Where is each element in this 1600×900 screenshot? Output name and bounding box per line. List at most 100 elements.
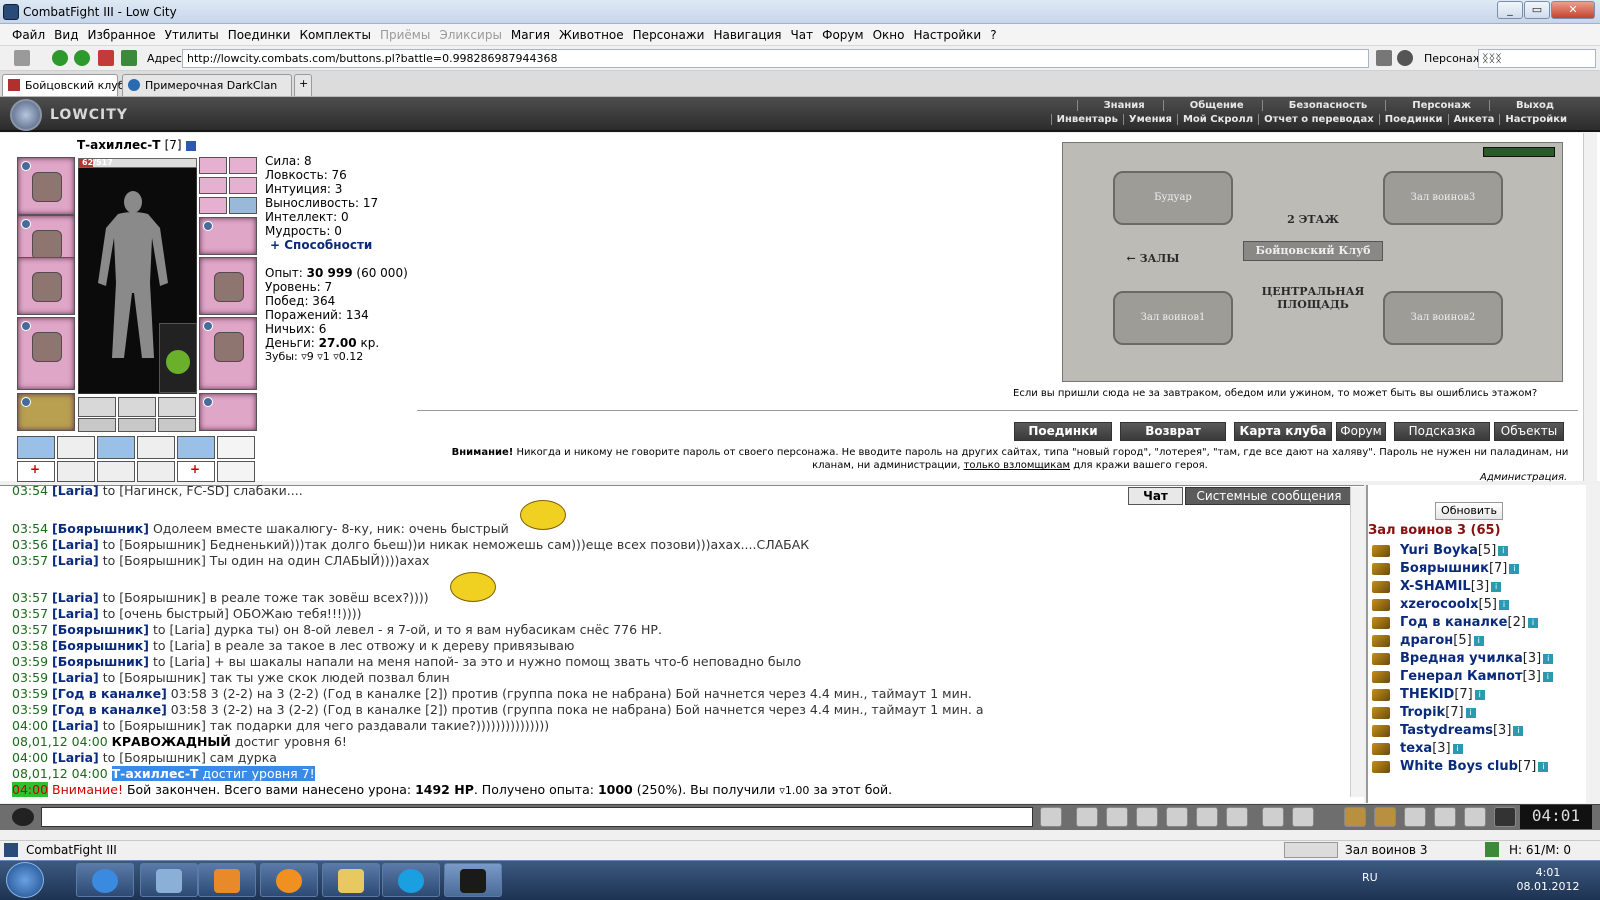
chat-nick[interactable]: [Боярышник] <box>52 521 149 536</box>
floor-label[interactable]: 2 ЭТАЖ <box>1263 213 1363 226</box>
info-icon[interactable]: i <box>1543 653 1554 664</box>
right-weapon-slot[interactable] <box>199 257 257 315</box>
player-nick[interactable]: Tropik <box>1400 705 1445 720</box>
player-row[interactable]: Tropik[7] i <box>1372 705 1476 720</box>
nav-inventory[interactable]: Инвентарь <box>1050 114 1123 125</box>
spell-slot-3[interactable] <box>97 436 135 459</box>
tray-clock[interactable]: 4:01 08.01.2012 <box>1508 866 1588 894</box>
potion-slot-6[interactable] <box>217 461 255 482</box>
eraser-icon[interactable] <box>1076 807 1098 827</box>
start-button[interactable] <box>6 862 44 898</box>
forum-button[interactable]: Форум <box>1336 422 1386 441</box>
info-icon[interactable]: i <box>1542 671 1553 682</box>
taskbar-ie[interactable] <box>76 863 134 897</box>
club-map-button[interactable]: Карта клуба <box>1234 422 1332 441</box>
nav-knowledge[interactable]: Знания <box>1076 100 1163 111</box>
refresh-icon[interactable] <box>121 50 137 66</box>
menu-duels[interactable]: Поединки <box>228 28 291 42</box>
abilities-link[interactable]: + Способности <box>270 238 372 252</box>
menu-file[interactable]: Файл <box>12 28 45 42</box>
nav-skills[interactable]: Умения <box>1122 114 1177 125</box>
armor-slot[interactable] <box>17 317 75 390</box>
translit-icon[interactable] <box>1196 807 1218 827</box>
taskbar-tool[interactable] <box>140 863 198 897</box>
emoticon-icon[interactable] <box>1262 807 1284 827</box>
amulet-slot[interactable] <box>229 157 257 174</box>
nav-profile[interactable]: Анкета <box>1447 114 1500 125</box>
close-button[interactable]: ✕ <box>1551 1 1595 19</box>
info-icon[interactable]: i <box>1473 635 1484 646</box>
player-row[interactable]: драгон[5] i <box>1372 633 1484 648</box>
player-row[interactable]: Боярышник[7] i <box>1372 561 1520 576</box>
player-row[interactable]: Yuri Boyka[5] i <box>1372 543 1509 558</box>
refresh-icon[interactable] <box>1485 842 1499 857</box>
potion-slot-4[interactable] <box>137 461 175 482</box>
player-row[interactable]: Генерал Кампот[3] i <box>1372 669 1553 684</box>
chat-nick[interactable]: [Laria] <box>52 606 99 621</box>
player-nick[interactable]: xzerocoolx <box>1400 597 1479 612</box>
leggings-slot[interactable] <box>199 317 257 390</box>
ring-slot-4[interactable] <box>229 197 257 214</box>
potion-slot-5[interactable]: + <box>177 461 215 482</box>
potion-slot-1[interactable]: + <box>17 461 55 482</box>
info-icon[interactable]: i <box>1498 545 1509 556</box>
menu-characters[interactable]: Персонажи <box>633 28 705 42</box>
player-nick[interactable]: Yuri Boyka <box>1400 543 1478 558</box>
pet-slot[interactable] <box>159 323 197 393</box>
nav-character[interactable]: Персонаж <box>1385 100 1489 111</box>
earring-slot[interactable] <box>199 157 227 174</box>
nav-exit[interactable]: Выход <box>1488 100 1572 111</box>
ring-slot-3[interactable] <box>199 197 227 214</box>
save-icon[interactable] <box>1136 807 1158 827</box>
chat-nick[interactable]: [Год в каналке] <box>52 686 167 701</box>
player-nick[interactable]: Вредная училка <box>1400 651 1523 666</box>
menu-window[interactable]: Окно <box>873 28 905 42</box>
info-icon[interactable]: i <box>1513 725 1524 736</box>
nav-transfers-report[interactable]: Отчет о переводах <box>1258 114 1379 125</box>
menu-kits[interactable]: Комплекты <box>299 28 371 42</box>
menu-animal[interactable]: Животное <box>559 28 624 42</box>
clear-icon[interactable] <box>1376 50 1392 66</box>
rune-slot-6[interactable] <box>158 418 196 432</box>
person-icon[interactable] <box>1166 807 1188 827</box>
taskbar-combatfight[interactable] <box>444 863 502 897</box>
new-tab-button[interactable]: + <box>294 74 312 96</box>
menu-favorites[interactable]: Избранное <box>87 28 155 42</box>
chat-nick[interactable]: [Laria] <box>52 553 99 568</box>
back-icon[interactable] <box>52 50 68 66</box>
tab-darkclan[interactable]: Примерочная DarkClan <box>122 74 292 96</box>
spell-slot-5[interactable] <box>177 436 215 459</box>
exit-icon[interactable] <box>1494 807 1516 827</box>
menu-chat[interactable]: Чат <box>791 28 814 42</box>
menu-utilities[interactable]: Утилиты <box>165 28 219 42</box>
spell-slot-4[interactable] <box>137 436 175 459</box>
info-icon[interactable]: i <box>1491 581 1502 592</box>
info-icon[interactable] <box>185 140 196 151</box>
info-icon[interactable]: i <box>1527 617 1538 628</box>
belt-slot[interactable] <box>17 393 75 431</box>
chat-nick[interactable]: Т-ахиллес-Т <box>112 766 199 781</box>
info-icon[interactable]: i <box>1465 707 1476 718</box>
player-nick[interactable]: Год в каналке <box>1400 615 1508 630</box>
player-row[interactable]: Вредная училка[3] i <box>1372 651 1554 666</box>
player-row[interactable]: White Boys club[7] i <box>1372 759 1549 774</box>
ring-slot-2[interactable] <box>229 177 257 194</box>
group-icon[interactable] <box>1464 807 1486 827</box>
room-hall2[interactable]: Зал воинов2 <box>1383 291 1503 345</box>
maximize-button[interactable]: ▭ <box>1524 1 1550 19</box>
left-weapon-slot[interactable] <box>17 257 75 315</box>
player-row[interactable]: THEKID[7] i <box>1372 687 1485 702</box>
tab-fight-club[interactable]: Бойцовский клуб <box>2 74 125 96</box>
character-name[interactable]: Т-ахиллес-Т [7] <box>77 138 196 152</box>
spell-slot-1[interactable] <box>17 436 55 459</box>
smiles-icon[interactable] <box>12 808 34 826</box>
warning-link[interactable]: только взломщикам <box>964 460 1070 471</box>
user-icon[interactable] <box>1404 807 1426 827</box>
menu-help[interactable]: ? <box>990 28 996 42</box>
online-scrollbar[interactable] <box>1586 485 1600 803</box>
menu-view[interactable]: Вид <box>54 28 78 42</box>
duels-button[interactable]: Поединки <box>1014 422 1112 441</box>
info-icon[interactable]: i <box>1474 689 1485 700</box>
return-button[interactable]: Возврат <box>1120 422 1226 441</box>
status-icons[interactable] <box>1284 842 1338 858</box>
